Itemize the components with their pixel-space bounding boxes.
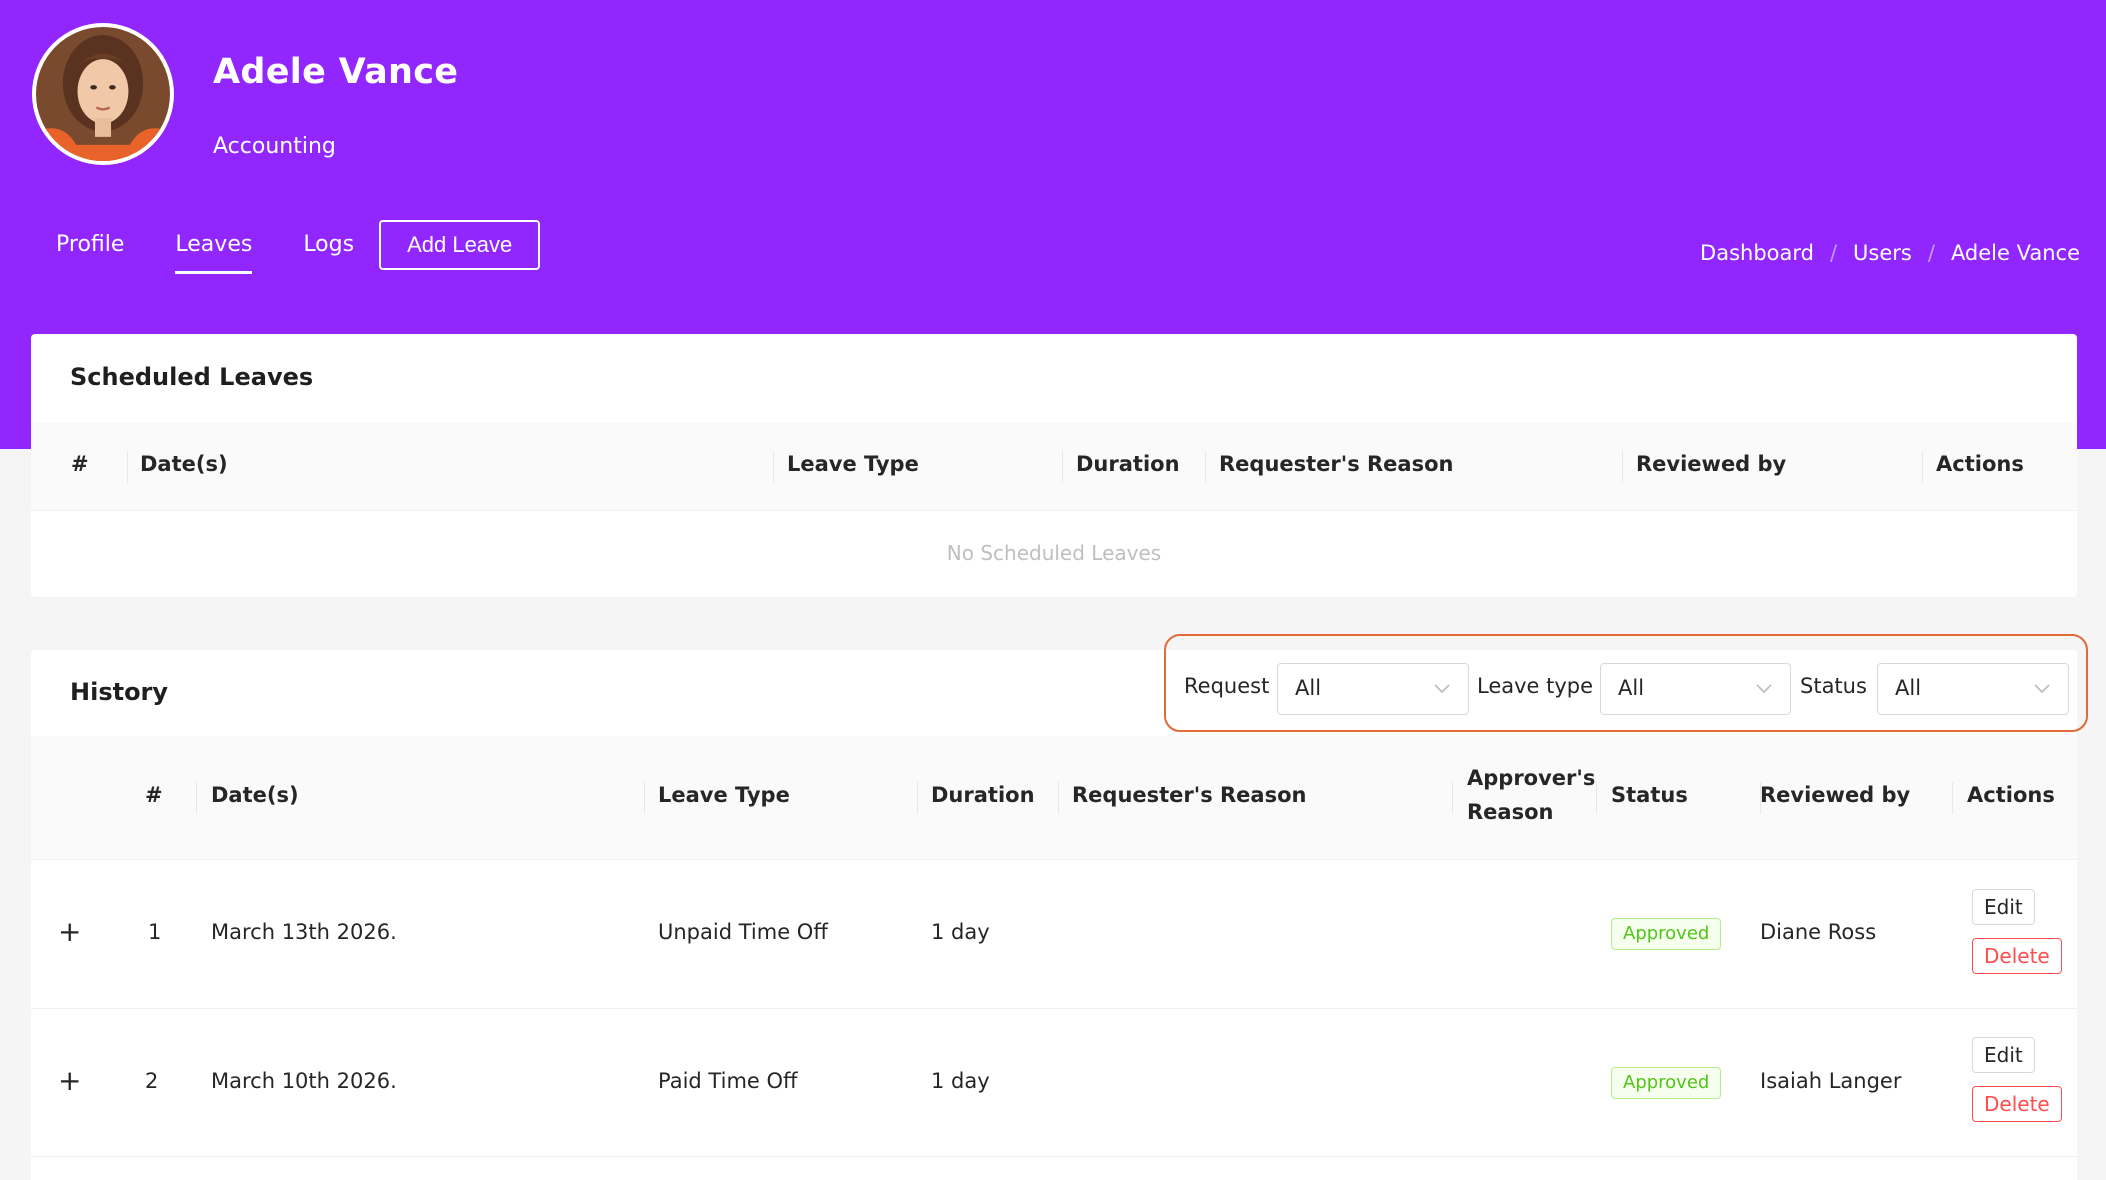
request-filter-select[interactable]: All	[1277, 663, 1469, 715]
column-divider	[1058, 782, 1059, 814]
edit-button[interactable]: Edit	[1972, 1037, 2035, 1073]
row-leave-type: Paid Time Off	[658, 1069, 798, 1093]
leave-type-filter-select[interactable]: All	[1600, 663, 1791, 715]
status-badge: Approved	[1611, 918, 1722, 950]
scheduled-leaves-card: Scheduled Leaves # Date(s) Leave Type Du…	[31, 334, 2077, 597]
request-filter-label: Request	[1184, 674, 1270, 698]
column-divider	[917, 782, 918, 814]
col-header-approver-reason-line1: Approver's	[1467, 766, 1596, 790]
column-divider	[1062, 451, 1063, 483]
edit-button[interactable]: Edit	[1972, 889, 2035, 925]
column-divider	[1922, 451, 1923, 483]
col-header-reviewed-by: Reviewed by	[1636, 452, 1787, 476]
delete-button[interactable]: Delete	[1972, 938, 2062, 974]
column-divider	[1622, 451, 1623, 483]
col-header-actions: Actions	[1967, 783, 2055, 807]
row-number: 1	[148, 920, 162, 944]
breadcrumb-separator: /	[1927, 241, 1935, 265]
row-reviewed-by: Isaiah Langer	[1760, 1069, 1902, 1093]
column-divider	[1452, 782, 1453, 814]
column-divider	[196, 782, 197, 814]
col-header-approver-reason-line2: Reason	[1467, 800, 1554, 824]
row-number: 2	[145, 1069, 159, 1093]
row-duration: 1 day	[931, 920, 990, 944]
breadcrumb-users-link[interactable]: Users	[1853, 241, 1912, 265]
column-divider	[1952, 782, 1953, 814]
expand-row-button[interactable]: +	[58, 915, 81, 948]
user-department: Accounting	[213, 134, 336, 159]
avatar-portrait-icon	[36, 27, 170, 161]
col-header-number: #	[71, 452, 89, 476]
scheduled-empty-message: No Scheduled Leaves	[946, 541, 1162, 565]
col-header-status: Status	[1611, 783, 1688, 807]
breadcrumb-current: Adele Vance	[1950, 241, 2080, 265]
chevron-down-icon	[2034, 684, 2050, 694]
history-title: History	[70, 678, 169, 706]
leave-type-filter-label: Leave type	[1477, 674, 1594, 698]
col-header-leave-type: Leave Type	[787, 452, 919, 476]
history-table-header: # Date(s) Leave Type Duration Requester'…	[31, 736, 2077, 860]
breadcrumb-dashboard-link[interactable]: Dashboard	[1700, 241, 1814, 265]
user-avatar	[32, 23, 174, 165]
expand-row-button[interactable]: +	[58, 1064, 81, 1097]
column-divider	[644, 782, 645, 814]
column-divider	[773, 451, 774, 483]
column-divider	[1205, 451, 1206, 483]
row-dates: March 13th 2026.	[211, 920, 397, 944]
add-leave-button[interactable]: Add Leave	[379, 220, 541, 270]
col-header-leave-type: Leave Type	[658, 783, 790, 807]
tab-profile[interactable]: Profile	[56, 220, 124, 270]
col-header-dates: Date(s)	[211, 783, 299, 807]
table-row: + 2 March 10th 2026. Paid Time Off 1 day…	[31, 1009, 2077, 1157]
breadcrumb-separator: /	[1829, 241, 1838, 265]
col-header-requester-reason: Requester's Reason	[1219, 452, 1454, 476]
col-header-reviewed-by: Reviewed by	[1760, 783, 1911, 807]
row-reviewed-by: Diane Ross	[1760, 920, 1877, 944]
tab-leaves[interactable]: Leaves	[175, 220, 252, 274]
row-dates: March 10th 2026.	[211, 1069, 397, 1093]
column-divider	[127, 451, 128, 483]
delete-button[interactable]: Delete	[1972, 1086, 2062, 1122]
status-badge: Approved	[1611, 1067, 1722, 1099]
col-header-duration: Duration	[931, 783, 1035, 807]
row-duration: 1 day	[931, 1069, 990, 1093]
scheduled-leaves-title: Scheduled Leaves	[70, 363, 314, 391]
user-name: Adele Vance	[213, 52, 459, 92]
col-header-duration: Duration	[1076, 452, 1180, 476]
col-header-dates: Date(s)	[140, 452, 228, 476]
chevron-down-icon	[1434, 684, 1450, 694]
tab-logs[interactable]: Logs	[303, 220, 354, 270]
status-filter-select[interactable]: All	[1877, 663, 2069, 715]
col-header-requester-reason: Requester's Reason	[1072, 783, 1307, 807]
history-filters: Request All Leave type All Status All	[1164, 634, 2088, 732]
profile-tabs: Profile Leaves Logs Add Leave	[56, 220, 541, 274]
chevron-down-icon	[1756, 684, 1772, 694]
status-filter-value: All	[1895, 676, 1922, 700]
status-filter-label: Status	[1800, 674, 1867, 698]
breadcrumb: Dashboard / Users / Adele Vance	[1700, 241, 2080, 265]
table-row: + 1 March 13th 2026. Unpaid Time Off 1 d…	[31, 860, 2077, 1009]
scheduled-table-header: # Date(s) Leave Type Duration Requester'…	[31, 423, 2077, 511]
row-leave-type: Unpaid Time Off	[658, 920, 828, 944]
leave-type-filter-value: All	[1618, 676, 1645, 700]
col-header-number: #	[145, 783, 163, 807]
request-filter-value: All	[1295, 676, 1322, 700]
column-divider	[1596, 782, 1597, 814]
col-header-actions: Actions	[1936, 452, 2024, 476]
